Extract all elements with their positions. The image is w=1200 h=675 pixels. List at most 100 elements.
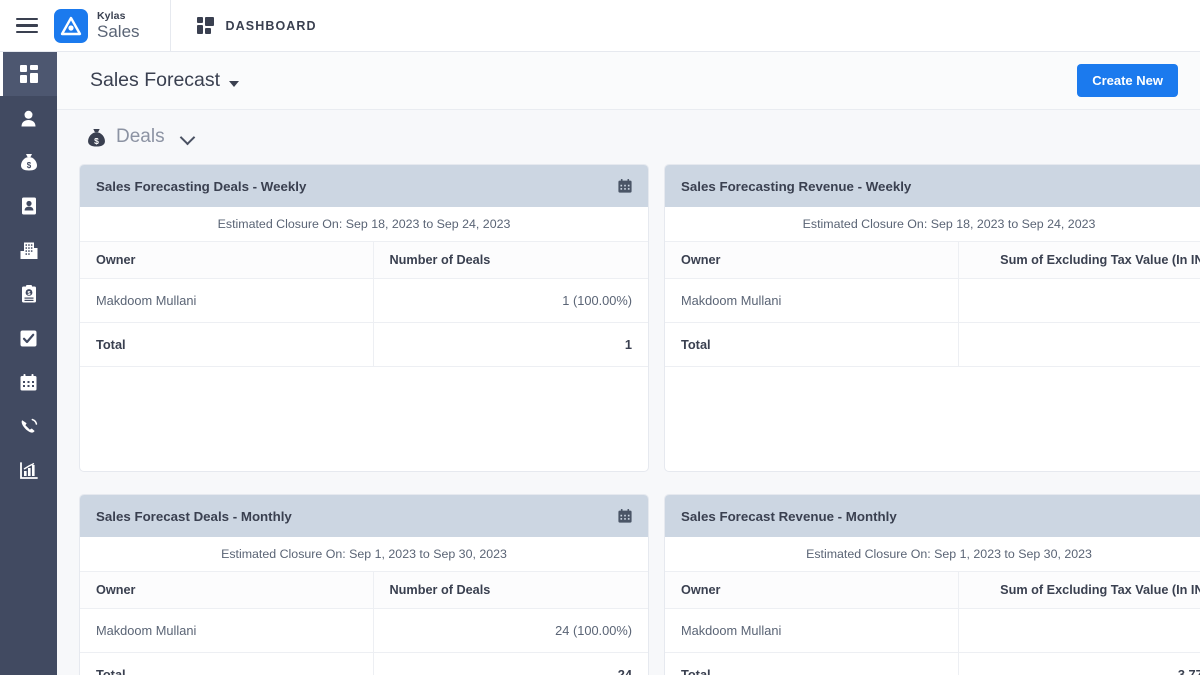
tab-dashboard[interactable]: DASHBOARD bbox=[197, 17, 317, 34]
sidebar-item-deals[interactable]: $ bbox=[0, 140, 57, 184]
caret-down-icon[interactable] bbox=[229, 81, 239, 87]
card-header: Sales Forecasting Deals - Weekly bbox=[80, 165, 648, 207]
card-sales-forecast-revenue-monthly: Sales Forecast Revenue - Monthly Estimat… bbox=[664, 494, 1200, 675]
cell-total-label: Total bbox=[665, 323, 958, 367]
sidebar-item-meetings[interactable] bbox=[0, 360, 57, 404]
building-icon bbox=[20, 242, 38, 259]
svg-text:$: $ bbox=[27, 291, 30, 297]
contact-card-icon bbox=[21, 197, 37, 215]
cell-owner: Makdoom Mullani bbox=[665, 279, 958, 323]
tab-dashboard-label: DASHBOARD bbox=[226, 19, 317, 33]
cell-total-value: 1 bbox=[373, 323, 648, 367]
grid-icon bbox=[20, 65, 38, 83]
sidebar-item-tasks[interactable] bbox=[0, 316, 57, 360]
cards-container: Sales Forecasting Deals - Weekly Estimat… bbox=[57, 164, 1200, 675]
table-row: Makdoom Mullani 24 (100.00%) bbox=[80, 609, 648, 653]
sidebar-item-companies[interactable] bbox=[0, 228, 57, 272]
card-subtitle: Estimated Closure On: Sep 18, 2023 to Se… bbox=[665, 207, 1200, 241]
table-row: Makdoom Mullani bbox=[665, 609, 1200, 653]
brand-product: Sales bbox=[97, 23, 140, 40]
cell-owner: Makdoom Mullani bbox=[665, 609, 958, 653]
cell-total-label: Total bbox=[80, 653, 373, 675]
chevron-down-icon[interactable] bbox=[181, 131, 194, 144]
column-header-owner: Owner bbox=[665, 242, 958, 279]
person-icon bbox=[20, 110, 37, 127]
page-title: Sales Forecast bbox=[90, 69, 220, 92]
cell-value: 24 (100.00%) bbox=[373, 609, 648, 653]
card-table: Owner Number of Deals Makdoom Mullani 1 … bbox=[80, 241, 648, 367]
calendar-icon[interactable] bbox=[618, 179, 632, 193]
card-header: Sales Forecast Revenue - Monthly bbox=[665, 495, 1200, 537]
bar-chart-icon bbox=[20, 462, 38, 479]
cell-total-value: 24 bbox=[373, 653, 648, 675]
card-sales-forecasting-deals-weekly: Sales Forecasting Deals - Weekly Estimat… bbox=[79, 164, 649, 472]
cell-owner: Makdoom Mullani bbox=[80, 279, 373, 323]
page-header: Sales Forecast Create New bbox=[57, 52, 1200, 110]
brand-name: Kylas bbox=[97, 11, 140, 22]
cell-owner: Makdoom Mullani bbox=[80, 609, 373, 653]
cell-total-value bbox=[958, 323, 1200, 367]
cell-total-label: Total bbox=[665, 653, 958, 675]
card-table: Owner Sum of Excluding Tax Value (In INR… bbox=[665, 241, 1200, 367]
card-header: Sales Forecast Deals - Monthly bbox=[80, 495, 648, 537]
table-total-row: Total 24 bbox=[80, 653, 648, 675]
sidebar-item-dashboard[interactable] bbox=[0, 52, 57, 96]
table-row: Makdoom Mullani 1 (100.00%) bbox=[80, 279, 648, 323]
card-row-monthly: Sales Forecast Deals - Monthly Estimated… bbox=[79, 494, 1200, 675]
phone-icon bbox=[20, 417, 38, 435]
card-sales-forecasting-revenue-weekly: Sales Forecasting Revenue - Weekly Estim… bbox=[664, 164, 1200, 472]
topbar-divider bbox=[170, 0, 171, 52]
checkbox-icon bbox=[20, 330, 37, 347]
section-header-deals[interactable]: $ Deals bbox=[57, 110, 1200, 164]
money-bag-icon: $ bbox=[87, 128, 106, 147]
column-header-value: Sum of Excluding Tax Value (In INR) bbox=[958, 572, 1200, 609]
card-subtitle: Estimated Closure On: Sep 18, 2023 to Se… bbox=[80, 207, 648, 241]
create-new-button[interactable]: Create New bbox=[1077, 64, 1178, 97]
sidebar-item-leads[interactable] bbox=[0, 96, 57, 140]
sidebar-item-calls[interactable] bbox=[0, 404, 57, 448]
card-subtitle: Estimated Closure On: Sep 1, 2023 to Sep… bbox=[665, 537, 1200, 571]
kylas-mountain-glyph bbox=[60, 16, 82, 36]
card-title: Sales Forecast Deals - Monthly bbox=[96, 509, 292, 524]
table-header-row: Owner Sum of Excluding Tax Value (In INR… bbox=[665, 572, 1200, 609]
cell-total-label: Total bbox=[80, 323, 373, 367]
hamburger-menu-icon[interactable] bbox=[16, 18, 38, 34]
card-table: Owner Number of Deals Makdoom Mullani 24… bbox=[80, 571, 648, 675]
card-subtitle: Estimated Closure On: Sep 1, 2023 to Sep… bbox=[80, 537, 648, 571]
section-label-deals: Deals bbox=[116, 126, 165, 148]
svg-text:$: $ bbox=[94, 135, 99, 145]
clipboard-money-icon: $ bbox=[21, 285, 37, 303]
column-header-owner: Owner bbox=[665, 572, 958, 609]
cell-value bbox=[958, 279, 1200, 323]
table-header-row: Owner Sum of Excluding Tax Value (In INR… bbox=[665, 242, 1200, 279]
column-header-value: Number of Deals bbox=[373, 242, 648, 279]
card-sales-forecast-deals-monthly: Sales Forecast Deals - Monthly Estimated… bbox=[79, 494, 649, 675]
column-header-owner: Owner bbox=[80, 242, 373, 279]
table-header-row: Owner Number of Deals bbox=[80, 242, 648, 279]
sidebar-item-reports[interactable] bbox=[0, 448, 57, 492]
sidebar-item-quotes[interactable]: $ bbox=[0, 272, 57, 316]
svg-text:$: $ bbox=[26, 161, 31, 170]
kylas-logo-icon bbox=[54, 9, 88, 43]
app-root: Kylas Sales DASHBOARD $ bbox=[0, 0, 1200, 675]
main-content: Sales Forecast Create New $ Deals Sales … bbox=[57, 52, 1200, 675]
sidebar: $ $ bbox=[0, 52, 57, 675]
calendar-icon[interactable] bbox=[618, 509, 632, 523]
brand[interactable]: Kylas Sales bbox=[54, 9, 140, 43]
table-total-row: Total bbox=[665, 323, 1200, 367]
sidebar-item-contacts[interactable] bbox=[0, 184, 57, 228]
card-title: Sales Forecasting Revenue - Weekly bbox=[681, 179, 911, 194]
top-bar: Kylas Sales DASHBOARD bbox=[0, 0, 1200, 52]
card-title: Sales Forecasting Deals - Weekly bbox=[96, 179, 306, 194]
dashboard-grid-icon bbox=[197, 17, 214, 34]
money-bag-icon: $ bbox=[20, 153, 38, 171]
cell-value bbox=[958, 609, 1200, 653]
table-total-row: Total 3,7707 bbox=[665, 653, 1200, 675]
column-header-owner: Owner bbox=[80, 572, 373, 609]
card-header: Sales Forecasting Revenue - Weekly bbox=[665, 165, 1200, 207]
calendar-icon bbox=[20, 374, 37, 391]
card-title: Sales Forecast Revenue - Monthly bbox=[681, 509, 897, 524]
card-row-weekly: Sales Forecasting Deals - Weekly Estimat… bbox=[79, 164, 1200, 472]
cell-value: 1 (100.00%) bbox=[373, 279, 648, 323]
column-header-value: Sum of Excluding Tax Value (In INR) bbox=[958, 242, 1200, 279]
